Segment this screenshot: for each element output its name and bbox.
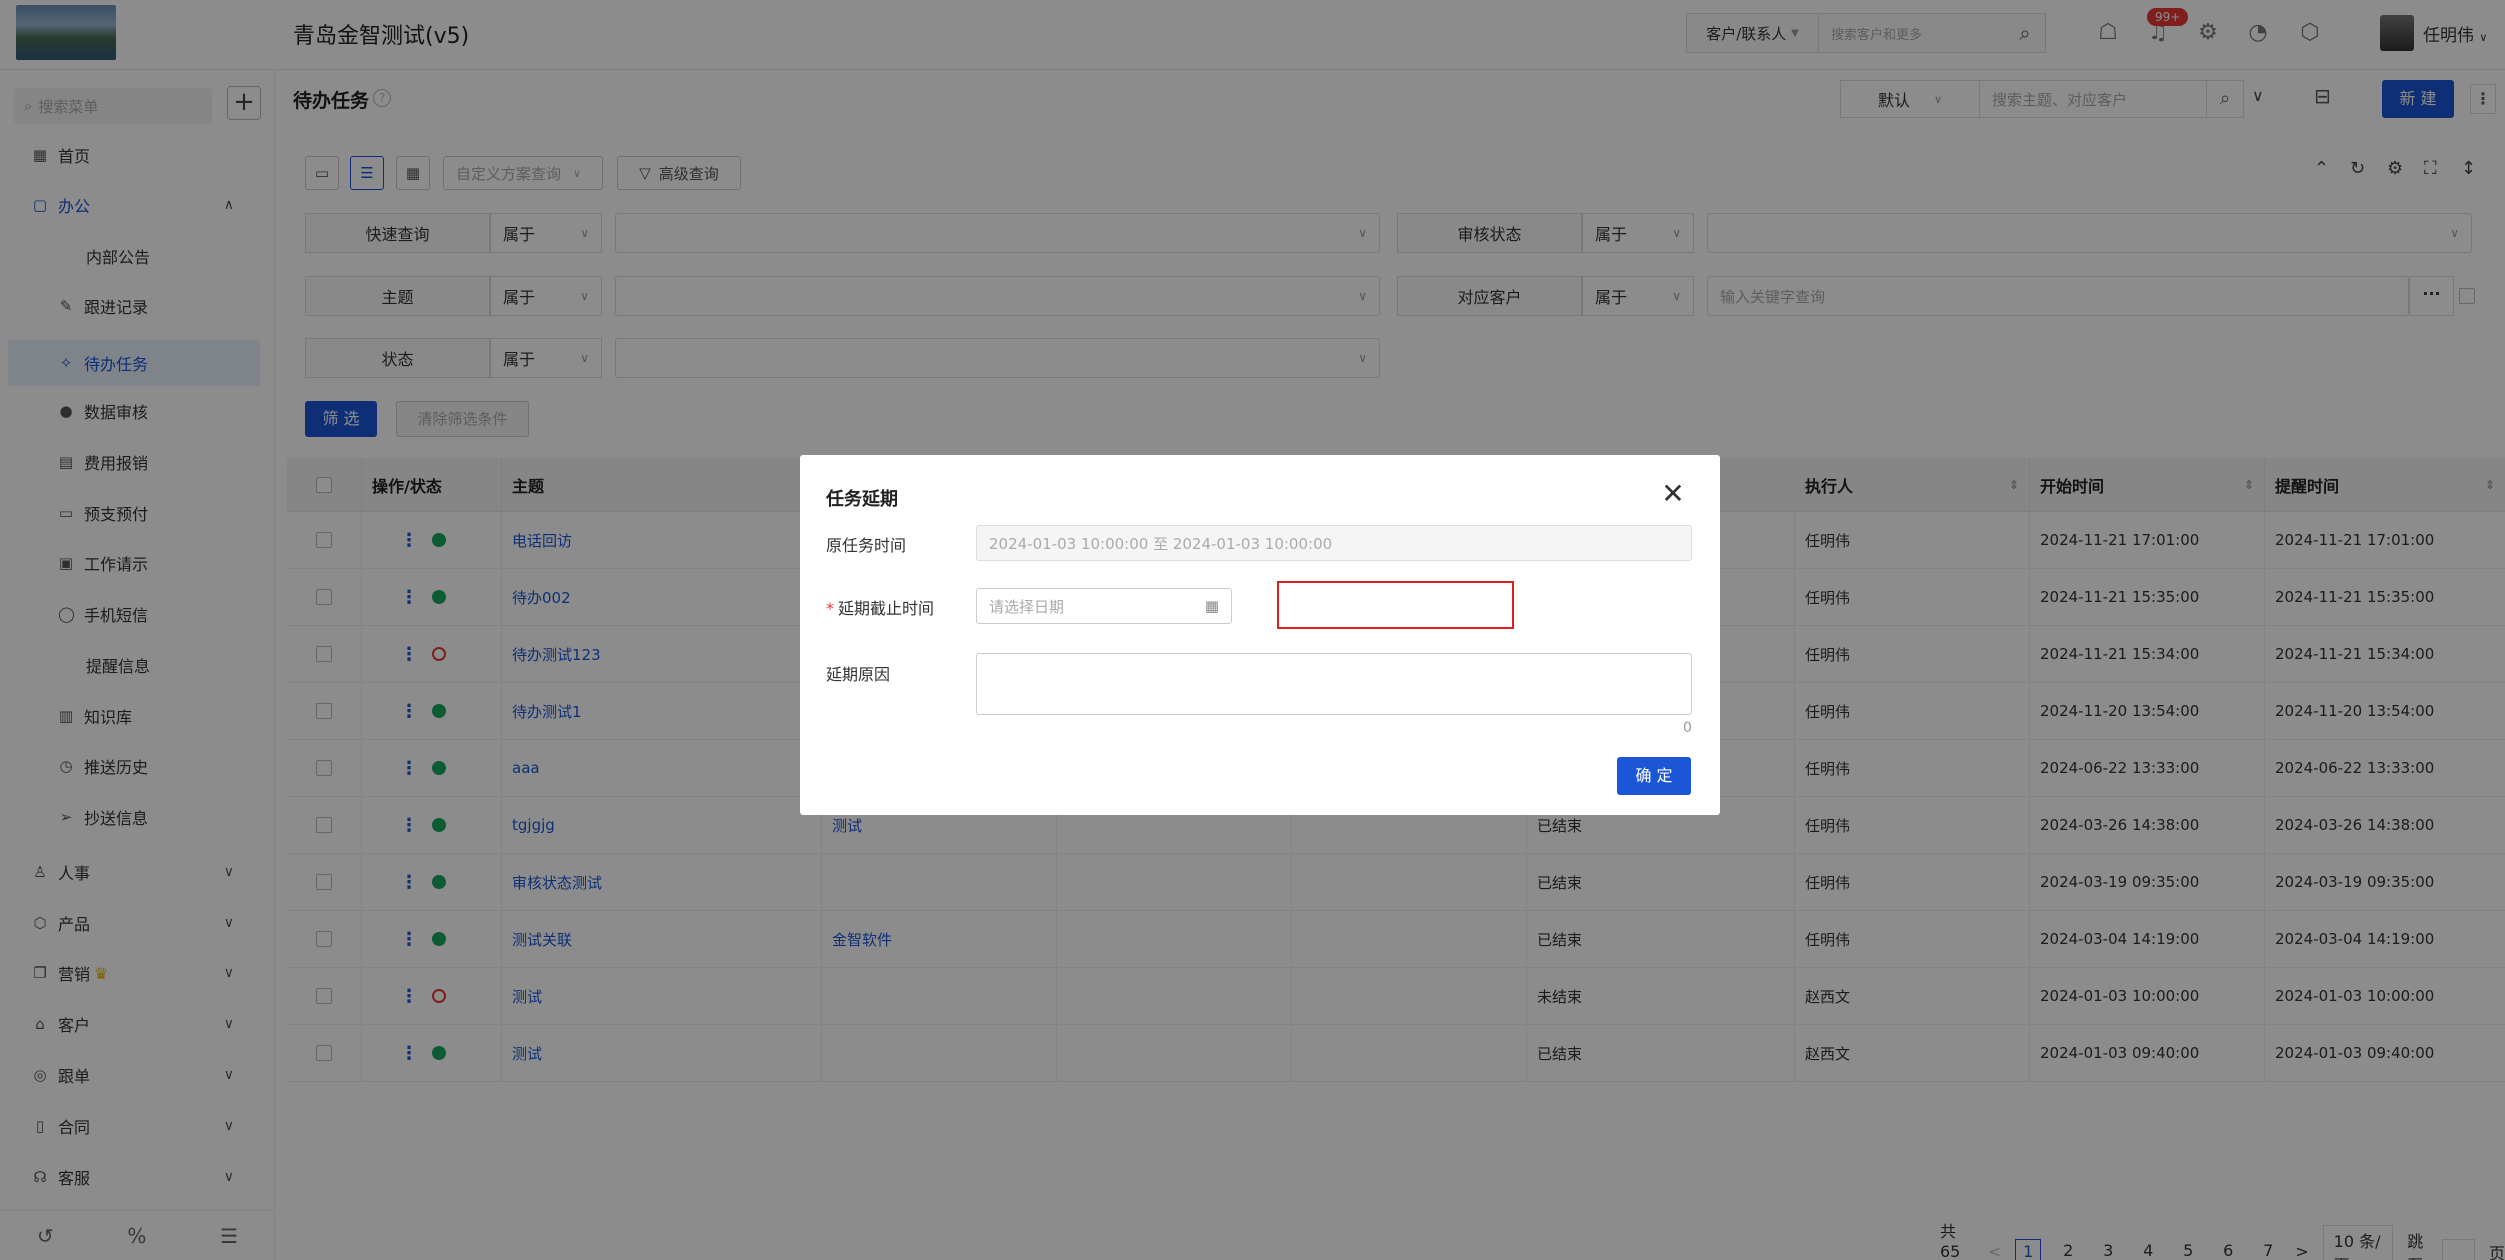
deadline-label: * 延期截止时间 [826, 599, 935, 618]
calendar-icon: ▦ [1204, 597, 1219, 615]
reason-char-count: 0 [1683, 720, 1692, 736]
task-extension-dialog: 任务延期 ✕ 原任务时间 2024-01-03 10:00:00 至 2024-… [800, 455, 1720, 815]
dialog-title: 任务延期 [826, 489, 898, 510]
confirm-button[interactable]: 确 定 [1617, 757, 1691, 795]
orig-time-field: 2024-01-03 10:00:00 至 2024-01-03 10:00:0… [976, 525, 1692, 561]
reason-textarea[interactable] [976, 653, 1692, 715]
close-icon[interactable]: ✕ [1658, 477, 1688, 510]
orig-time-label: 原任务时间 [826, 536, 907, 555]
reason-label: 延期原因 [826, 665, 891, 684]
deadline-time-input[interactable] [1277, 581, 1514, 629]
required-mark: * [826, 599, 834, 618]
deadline-date-input[interactable]: 请选择日期 ▦ [976, 588, 1232, 624]
